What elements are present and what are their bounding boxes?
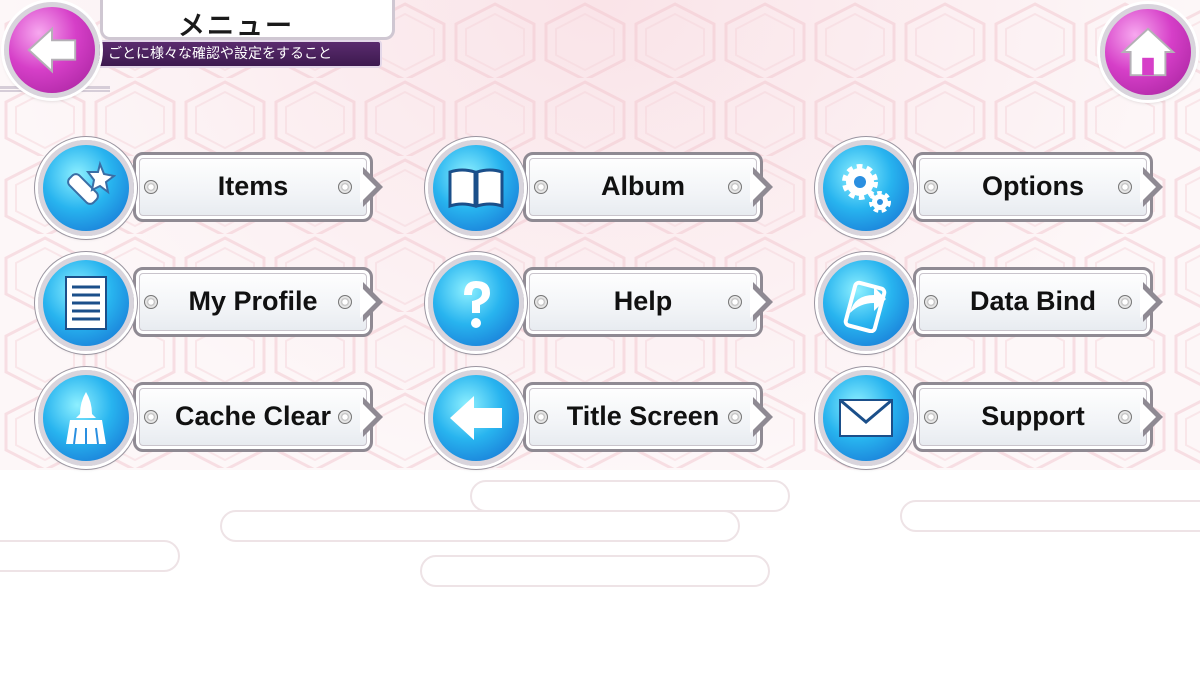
plate-arrow <box>750 397 773 437</box>
broom-icon <box>66 392 106 445</box>
plate-arrow <box>360 397 383 437</box>
menu-button-support[interactable]: Support <box>818 370 1168 466</box>
menu-icon-circle <box>38 255 134 351</box>
menu-icon-circle <box>38 370 134 466</box>
menu-button-items[interactable]: Items <box>38 140 388 236</box>
profile-icon <box>65 276 107 330</box>
plate-arrow <box>750 282 773 322</box>
menu-icon-circle <box>428 255 524 351</box>
arrow-left-icon <box>450 396 502 440</box>
plate-arrow <box>1140 167 1163 207</box>
menu-icon-circle <box>38 140 134 236</box>
back-button[interactable] <box>4 2 100 98</box>
plate-arrow <box>1140 282 1163 322</box>
menu-label: Title Screen <box>566 401 720 431</box>
question-icon <box>464 281 490 328</box>
data-bind-icon <box>843 280 887 333</box>
menu-button-help[interactable]: Help <box>428 255 778 351</box>
menu-label: Album <box>601 171 685 201</box>
menu-label: Support <box>981 401 1085 431</box>
cloud-decoration <box>470 480 790 512</box>
home-icon <box>1120 27 1176 77</box>
cloud-decoration <box>220 510 740 542</box>
plate-arrow <box>750 167 773 207</box>
menu-icon-circle <box>818 370 914 466</box>
menu-button-options[interactable]: Options <box>818 140 1168 236</box>
menu-button-cache-clear[interactable]: Cache Clear <box>38 370 388 466</box>
menu-icon-circle <box>818 255 914 351</box>
menu-label: Data Bind <box>969 286 1096 316</box>
plate-arrow <box>360 282 383 322</box>
page-title: メニュー <box>178 11 294 42</box>
cloud-decoration <box>0 540 180 572</box>
menu-icon-circle <box>818 140 914 236</box>
gear-icon <box>842 164 891 213</box>
plate-arrow <box>360 167 383 207</box>
album-icon <box>448 168 504 209</box>
menu-icon-circle <box>428 140 524 236</box>
page-subtitle: ごとに様々な確認や設定をすること <box>96 40 382 68</box>
items-icon <box>67 160 116 205</box>
plate-arrow <box>1140 397 1163 437</box>
menu-button-data-bind[interactable]: Data Bind <box>818 255 1168 351</box>
mail-icon <box>839 398 893 437</box>
menu-icon-circle <box>428 370 524 466</box>
menu-label: My Profile <box>188 286 318 316</box>
menu-label: Options <box>982 171 1084 201</box>
menu-label: Help <box>613 286 673 316</box>
menu-label: Cache Clear <box>174 401 332 431</box>
menu-button-my-profile[interactable]: My Profile <box>38 255 388 351</box>
arrow-left-icon <box>27 26 77 74</box>
cloud-decoration <box>900 500 1200 532</box>
menu-label: Items <box>217 171 289 201</box>
home-button[interactable] <box>1100 4 1196 100</box>
cloud-decoration <box>420 555 770 587</box>
menu-button-album[interactable]: Album <box>428 140 778 236</box>
menu-button-title-screen[interactable]: Title Screen <box>428 370 778 466</box>
